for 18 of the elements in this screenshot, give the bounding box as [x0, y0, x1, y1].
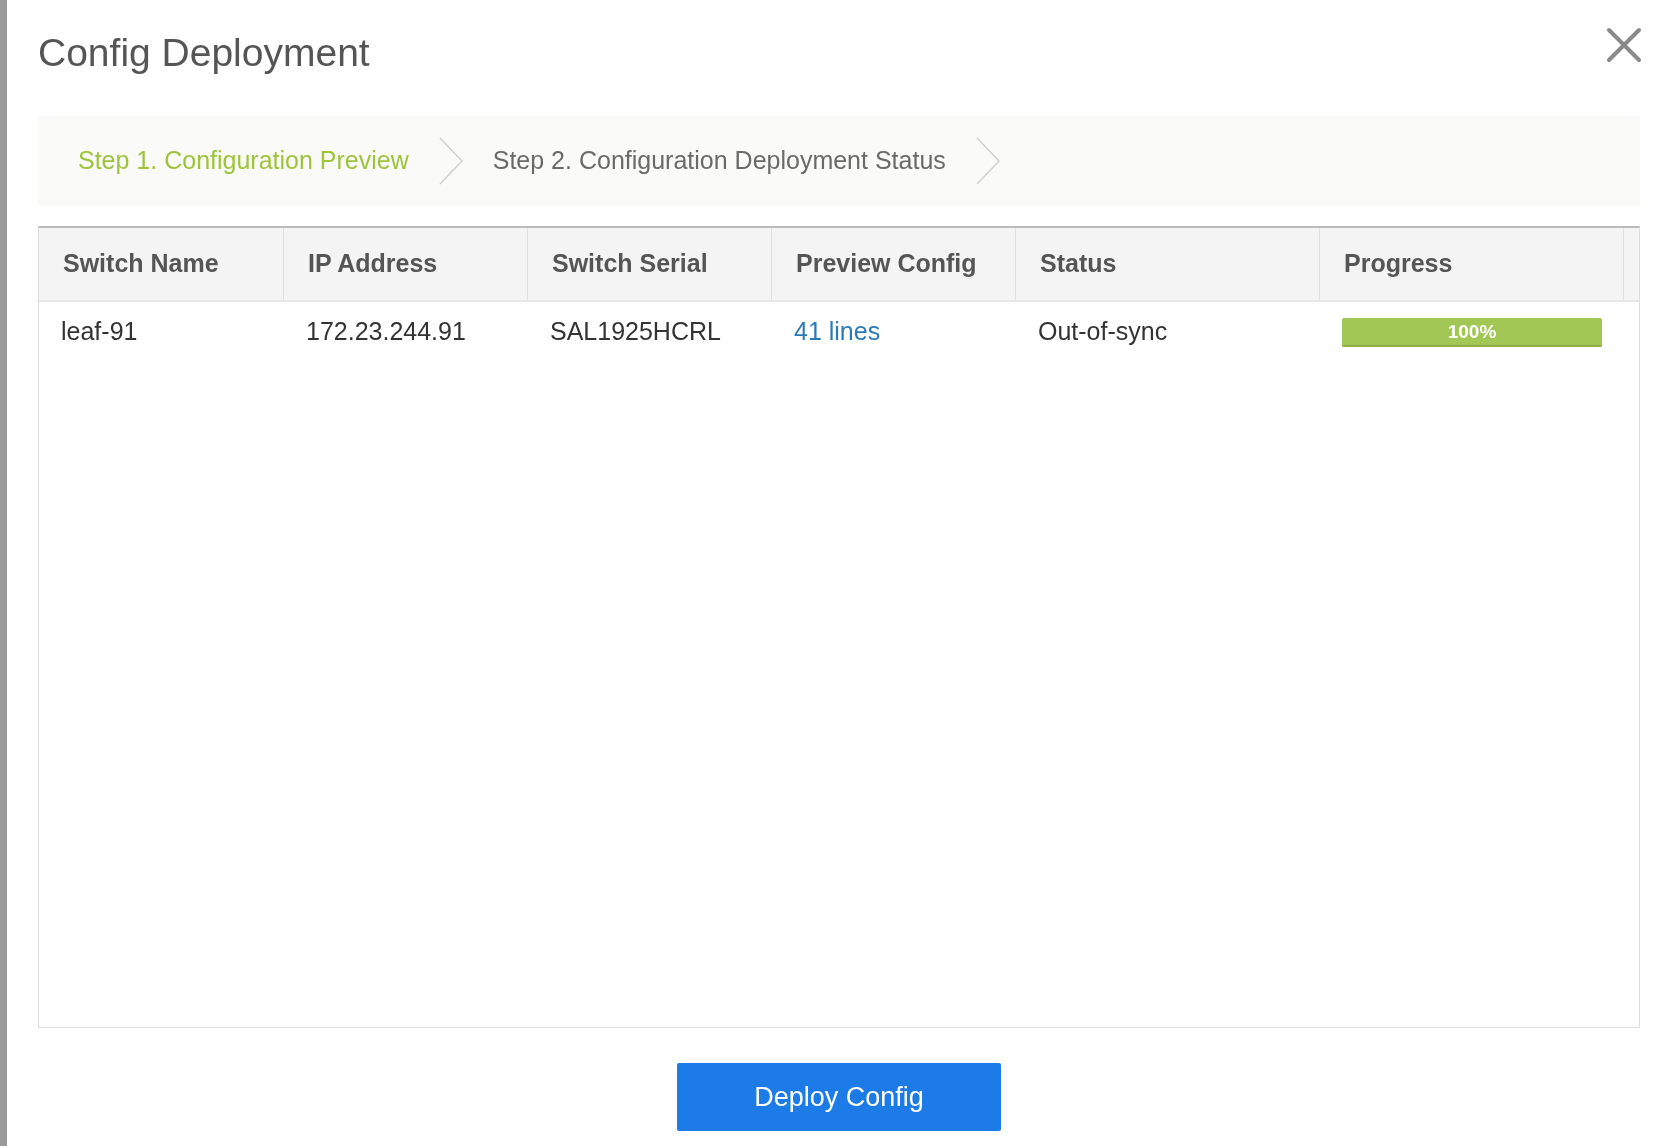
- chevron-icon: [438, 137, 463, 185]
- close-icon[interactable]: [1606, 27, 1642, 63]
- table-cell: 172.23.244.91: [306, 317, 466, 346]
- column-header: Switch Serial: [552, 248, 708, 280]
- table-cell: SAL1925HCRL: [550, 317, 721, 346]
- chevron-icon: [975, 137, 1000, 185]
- column-header: Preview Config: [796, 248, 977, 280]
- table-cell: leaf-91: [61, 317, 138, 346]
- column-header: IP Address: [308, 248, 438, 280]
- column-header: Status: [1040, 248, 1117, 280]
- deploy-button[interactable]: Deploy Config: [677, 1063, 1001, 1131]
- progress-label: 100%: [1446, 319, 1498, 344]
- table-cell: Out-of-sync: [1038, 317, 1168, 346]
- dialog-title: Config Deployment: [38, 32, 370, 72]
- column-header: Progress: [1344, 248, 1453, 280]
- step-tab[interactable]: Step 2. Configuration Deployment Status: [492, 142, 946, 180]
- column-header: Switch Name: [63, 248, 219, 280]
- preview-link[interactable]: 41 lines: [794, 317, 881, 346]
